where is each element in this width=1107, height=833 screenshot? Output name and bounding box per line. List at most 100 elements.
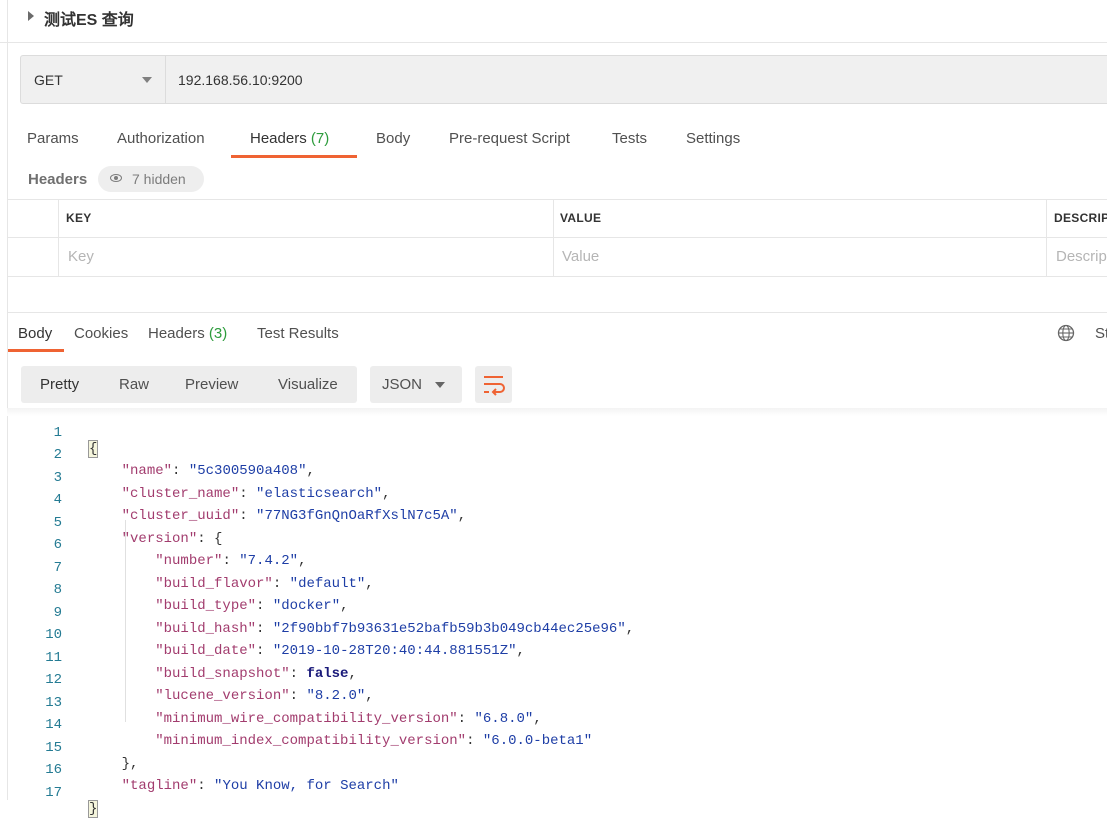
code-line: 9 "build_hash": "2f90bbf7b93631e52bafb59… xyxy=(0,589,635,637)
table-divider xyxy=(1046,199,1047,277)
view-mode-group: Pretty Raw Preview Visualize xyxy=(21,366,357,403)
json-value-name: 5c300590a408 xyxy=(197,463,299,479)
code-text: { xyxy=(88,440,99,458)
view-mode-pretty[interactable]: Pretty xyxy=(40,376,79,393)
method-select[interactable]: GET xyxy=(21,56,166,103)
chevron-down-icon xyxy=(435,382,445,388)
code-line: 15 }, xyxy=(0,724,138,772)
code-text: "number": "7.4.2", xyxy=(155,553,307,569)
table-border-bottom xyxy=(7,276,1107,277)
code-text: "cluster_uuid": "77NG3fGnQnOaRfXslN7c5A"… xyxy=(121,508,467,524)
response-divider xyxy=(7,312,1107,313)
url-input[interactable]: 192.168.56.10:9200 xyxy=(178,72,303,88)
tab-authorization[interactable]: Authorization xyxy=(117,130,205,147)
code-text: "build_hash": "2f90bbf7b93631e52bafb59b3… xyxy=(155,621,635,637)
json-value-min-index: 6.0.0-beta1 xyxy=(491,733,584,749)
chevron-down-icon xyxy=(142,77,152,83)
eye-pupil xyxy=(114,176,118,180)
key-input[interactable]: Key xyxy=(68,248,94,265)
tab-headers[interactable]: Headers (7) xyxy=(250,130,329,147)
wrap-lines-button[interactable] xyxy=(475,366,512,403)
request-title[interactable]: 测试ES 查询 xyxy=(44,6,134,30)
json-value-min-wire: 6.8.0 xyxy=(482,711,525,727)
json-value-lucene-version: 8.2.0 xyxy=(314,688,357,704)
code-line: 4 "cluster_uuid": "77NG3fGnQnOaRfXslN7c5… xyxy=(0,476,467,524)
format-label: JSON xyxy=(382,376,423,393)
table-border-mid xyxy=(7,237,1107,238)
response-tab-headers-count: (3) xyxy=(208,325,228,342)
active-response-tab-indicator xyxy=(8,349,64,352)
tab-body[interactable]: Body xyxy=(376,130,410,147)
code-line: 3 "cluster_name": "elasticsearch", xyxy=(0,454,391,502)
tab-params[interactable]: Params xyxy=(27,130,79,147)
json-value-build-hash: 2f90bbf7b93631e52bafb59b3b049cb44ec25e96 xyxy=(281,621,618,637)
format-select[interactable]: JSON xyxy=(370,366,462,403)
code-line: 14 "minimum_index_compatibility_version"… xyxy=(0,701,592,749)
code-line: 6 "number": "7.4.2", xyxy=(0,521,307,569)
caret-right-icon[interactable] xyxy=(28,11,34,21)
tab-headers-count: (7) xyxy=(310,130,330,147)
table-border-top xyxy=(7,199,1107,200)
view-mode-visualize[interactable]: Visualize xyxy=(278,376,338,393)
value-input[interactable]: Value xyxy=(562,248,599,265)
tab-tests[interactable]: Tests xyxy=(612,130,647,147)
code-top-shadow xyxy=(7,408,1107,416)
code-line: 5 "version": { xyxy=(0,499,223,547)
hidden-headers-label: 7 hidden xyxy=(132,171,186,187)
globe-icon[interactable] xyxy=(1057,324,1075,342)
description-input[interactable]: Descrip xyxy=(1056,248,1107,265)
response-tab-headers[interactable]: Headers (3) xyxy=(148,325,227,342)
response-tab-cookies[interactable]: Cookies xyxy=(74,325,128,342)
code-text: "minimum_wire_compatibility_version": "6… xyxy=(155,711,542,727)
column-header-description: DESCRIPT xyxy=(1054,211,1107,225)
method-label: GET xyxy=(34,72,63,88)
code-line: 7 "build_flavor": "default", xyxy=(0,544,374,592)
request-title-bar: 测试ES 查询 xyxy=(0,0,1107,43)
code-line: 2 "name": "5c300590a408", xyxy=(0,431,315,479)
code-line: 10 "build_date": "2019-10-28T20:40:44.88… xyxy=(0,611,525,659)
json-value-number: 7.4.2 xyxy=(247,553,290,569)
code-text: "build_flavor": "default", xyxy=(155,576,374,592)
json-value-build-snapshot: false xyxy=(306,666,349,682)
wrap-lines-icon xyxy=(484,376,505,396)
view-mode-preview[interactable]: Preview xyxy=(185,376,238,393)
code-text: "version": { xyxy=(121,531,223,547)
tab-settings[interactable]: Settings xyxy=(686,130,740,147)
response-status: St xyxy=(1095,325,1107,342)
url-bar: GET 192.168.56.10:9200 xyxy=(20,55,1107,104)
code-line: 8 "build_type": "docker", xyxy=(0,566,349,614)
code-text: "minimum_index_compatibility_version": "… xyxy=(155,733,593,749)
active-tab-indicator xyxy=(231,155,357,158)
code-line: 16 "tagline": "You Know, for Search" xyxy=(0,746,399,794)
response-tab-body[interactable]: Body xyxy=(18,325,52,342)
view-mode-raw[interactable]: Raw xyxy=(119,376,149,393)
response-tab-headers-label: Headers xyxy=(148,325,205,342)
code-text: "build_snapshot": false, xyxy=(155,666,357,682)
json-value-build-flavor: default xyxy=(298,576,357,592)
tab-headers-label: Headers xyxy=(250,130,307,147)
json-value-build-type: docker xyxy=(281,598,332,614)
headers-section-label: Headers xyxy=(28,171,88,188)
tab-pre-request-script[interactable]: Pre-request Script xyxy=(449,130,570,147)
code-text: } xyxy=(88,800,99,818)
code-line: 17 } xyxy=(0,769,99,818)
code-text: "tagline": "You Know, for Search" xyxy=(121,778,399,794)
code-text: "lucene_version": "8.2.0", xyxy=(155,688,374,704)
json-value-cluster-name: elasticsearch xyxy=(264,486,374,502)
table-divider xyxy=(553,199,554,277)
code-line: 1 { xyxy=(0,409,99,458)
code-text: "name": "5c300590a408", xyxy=(121,463,315,479)
line-number: 17 xyxy=(45,785,62,801)
column-header-value: VALUE xyxy=(560,211,602,225)
column-header-key: KEY xyxy=(66,211,92,225)
code-text: "build_date": "2019-10-28T20:40:44.88155… xyxy=(155,643,525,659)
table-divider xyxy=(58,199,59,277)
code-line: 12 "lucene_version": "8.2.0", xyxy=(0,656,374,704)
hidden-headers-toggle[interactable]: 7 hidden xyxy=(98,166,204,192)
response-tab-test-results[interactable]: Test Results xyxy=(257,325,339,342)
code-line: 13 "minimum_wire_compatibility_version":… xyxy=(0,679,542,727)
json-value-cluster-uuid: 77NG3fGnQnOaRfXslN7c5A xyxy=(264,508,450,524)
json-value-build-date: 2019-10-28T20:40:44.881551Z xyxy=(281,643,509,659)
code-text: "cluster_name": "elasticsearch", xyxy=(121,486,391,502)
code-text: }, xyxy=(88,756,139,772)
